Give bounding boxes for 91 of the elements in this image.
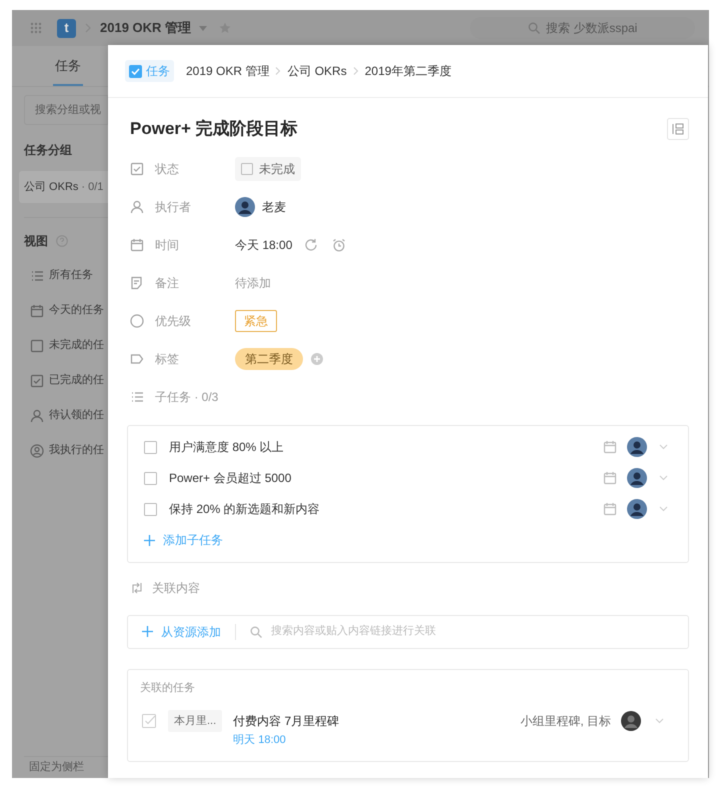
pin-sidebar-link[interactable]: 固定为侧栏: [29, 759, 84, 776]
search-icon: [528, 22, 540, 34]
caret-down-icon[interactable]: [199, 26, 208, 30]
avatar: [621, 711, 641, 731]
view-item[interactable]: 未完成的任: [19, 328, 108, 363]
search-field[interactable]: 搜索分组或视: [24, 95, 108, 125]
calendar-icon[interactable]: [603, 502, 617, 516]
group-name: 公司 OKRs: [24, 180, 78, 195]
alarm-clock-icon[interactable]: [332, 238, 346, 252]
breadcrumb-link[interactable]: 2019 OKR 管理: [186, 62, 270, 80]
project-name[interactable]: 2019 OKR 管理: [100, 18, 192, 38]
due-date: 明天 18:00: [233, 733, 287, 748]
repeat-icon[interactable]: [304, 238, 318, 252]
link-arrows-icon: [130, 580, 144, 594]
person-icon: [30, 408, 44, 422]
layout-toggle-icon[interactable]: [667, 118, 689, 140]
subtask-row[interactable]: 用户满意度 80% 以上: [144, 432, 672, 462]
avatar: [627, 437, 647, 457]
section-title: 关联的任务: [140, 680, 196, 696]
circle-icon: [130, 314, 144, 328]
linked-task-title: 付费内容 7月里程碑: [233, 713, 340, 730]
calendar-icon: [130, 238, 144, 252]
due-time[interactable]: 今天 18:00: [235, 236, 292, 254]
view-item[interactable]: 已完成的任: [19, 363, 108, 398]
chevron-down-icon[interactable]: [655, 718, 664, 724]
calendar-icon: [30, 304, 44, 318]
group-item[interactable]: 公司 OKRs · 0/1: [19, 171, 108, 203]
checkbox-icon[interactable]: [144, 472, 157, 484]
breadcrumb-link[interactable]: 公司 OKRs: [287, 62, 347, 80]
field-label: 状态: [155, 160, 179, 178]
view-item[interactable]: 待认领的任: [19, 398, 108, 433]
section-title: 关联内容: [152, 580, 200, 596]
checkbox-icon[interactable]: [144, 440, 157, 454]
calendar-icon[interactable]: [603, 471, 617, 485]
checkbox-icon[interactable]: [144, 502, 157, 516]
subtask-title: 保持 20% 的新选题和新内容: [169, 501, 320, 518]
grid-menu-icon[interactable]: [30, 22, 42, 34]
tag-icon: [130, 352, 144, 366]
chevron-right-icon: [352, 67, 359, 75]
person-icon: [130, 200, 144, 214]
checked-box-icon: [130, 162, 144, 176]
view-item[interactable]: 所有任务: [19, 258, 108, 293]
checkbox-icon: [30, 338, 44, 352]
plus-icon: [142, 626, 153, 637]
chevron-down-icon[interactable]: [659, 506, 668, 512]
chevron-down-icon[interactable]: [659, 475, 668, 481]
checked-box-icon: [142, 714, 156, 728]
linked-task-row[interactable]: 本月里... 付费内容 7月里程碑 明天 18:00 小组里程碑, 目标: [140, 710, 676, 748]
assignee-name[interactable]: 老麦: [262, 198, 286, 216]
help-icon: [56, 235, 68, 247]
user-circle-icon: [30, 444, 44, 458]
checked-box-icon: [129, 64, 142, 78]
app-logo[interactable]: t: [57, 18, 76, 38]
add-from-resources-button[interactable]: 从资源添加: [142, 622, 221, 640]
search-icon: [250, 626, 262, 638]
avatar: [627, 499, 647, 519]
list-icon: [30, 268, 44, 282]
view-item[interactable]: 今天的任务: [19, 293, 108, 328]
breadcrumb-link[interactable]: 2019年第二季度: [364, 62, 452, 80]
status-toggle[interactable]: 未完成: [235, 156, 301, 180]
avatar: [235, 196, 255, 216]
list-icon: [130, 390, 144, 404]
project-tags: 小组里程碑, 目标: [520, 710, 611, 732]
section-title: 视图: [24, 233, 48, 250]
task-type-chip[interactable]: 任务: [125, 60, 174, 82]
add-icon[interactable]: [311, 352, 323, 364]
group-count: · 0/1: [81, 180, 104, 195]
section-title: 任务分组: [22, 142, 73, 159]
plus-icon: [144, 534, 155, 546]
field-label: 备注: [155, 274, 179, 292]
calendar-icon[interactable]: [603, 440, 617, 454]
task-title: Power+ 完成阶段目标: [130, 118, 298, 140]
subtask-row[interactable]: 保持 20% 的新选题和新内容: [144, 494, 672, 524]
field-label: 标签: [155, 350, 179, 368]
subtask-row[interactable]: Power+ 会员超过 5000: [144, 462, 672, 494]
subtask-title: 用户满意度 80% 以上: [169, 439, 284, 456]
avatar: [627, 468, 647, 488]
note-icon: [130, 276, 144, 290]
note-field[interactable]: 待添加: [235, 274, 271, 292]
view-item[interactable]: 我执行的任: [19, 433, 108, 468]
subtask-title: Power+ 会员超过 5000: [169, 470, 292, 487]
field-label: 执行者: [155, 198, 191, 216]
tag[interactable]: 第二季度: [235, 348, 303, 370]
add-subtask-button[interactable]: 添加子任务: [144, 524, 672, 556]
chevron-down-icon[interactable]: [659, 444, 668, 450]
subtask-count-label: 子任务 · 0/3: [155, 388, 218, 406]
field-label: 优先级: [155, 312, 191, 330]
checked-box-icon: [30, 374, 44, 388]
field-label: 时间: [155, 236, 179, 254]
chevron-right-icon: [275, 67, 282, 75]
stage-badge: 本月里...: [168, 710, 222, 732]
